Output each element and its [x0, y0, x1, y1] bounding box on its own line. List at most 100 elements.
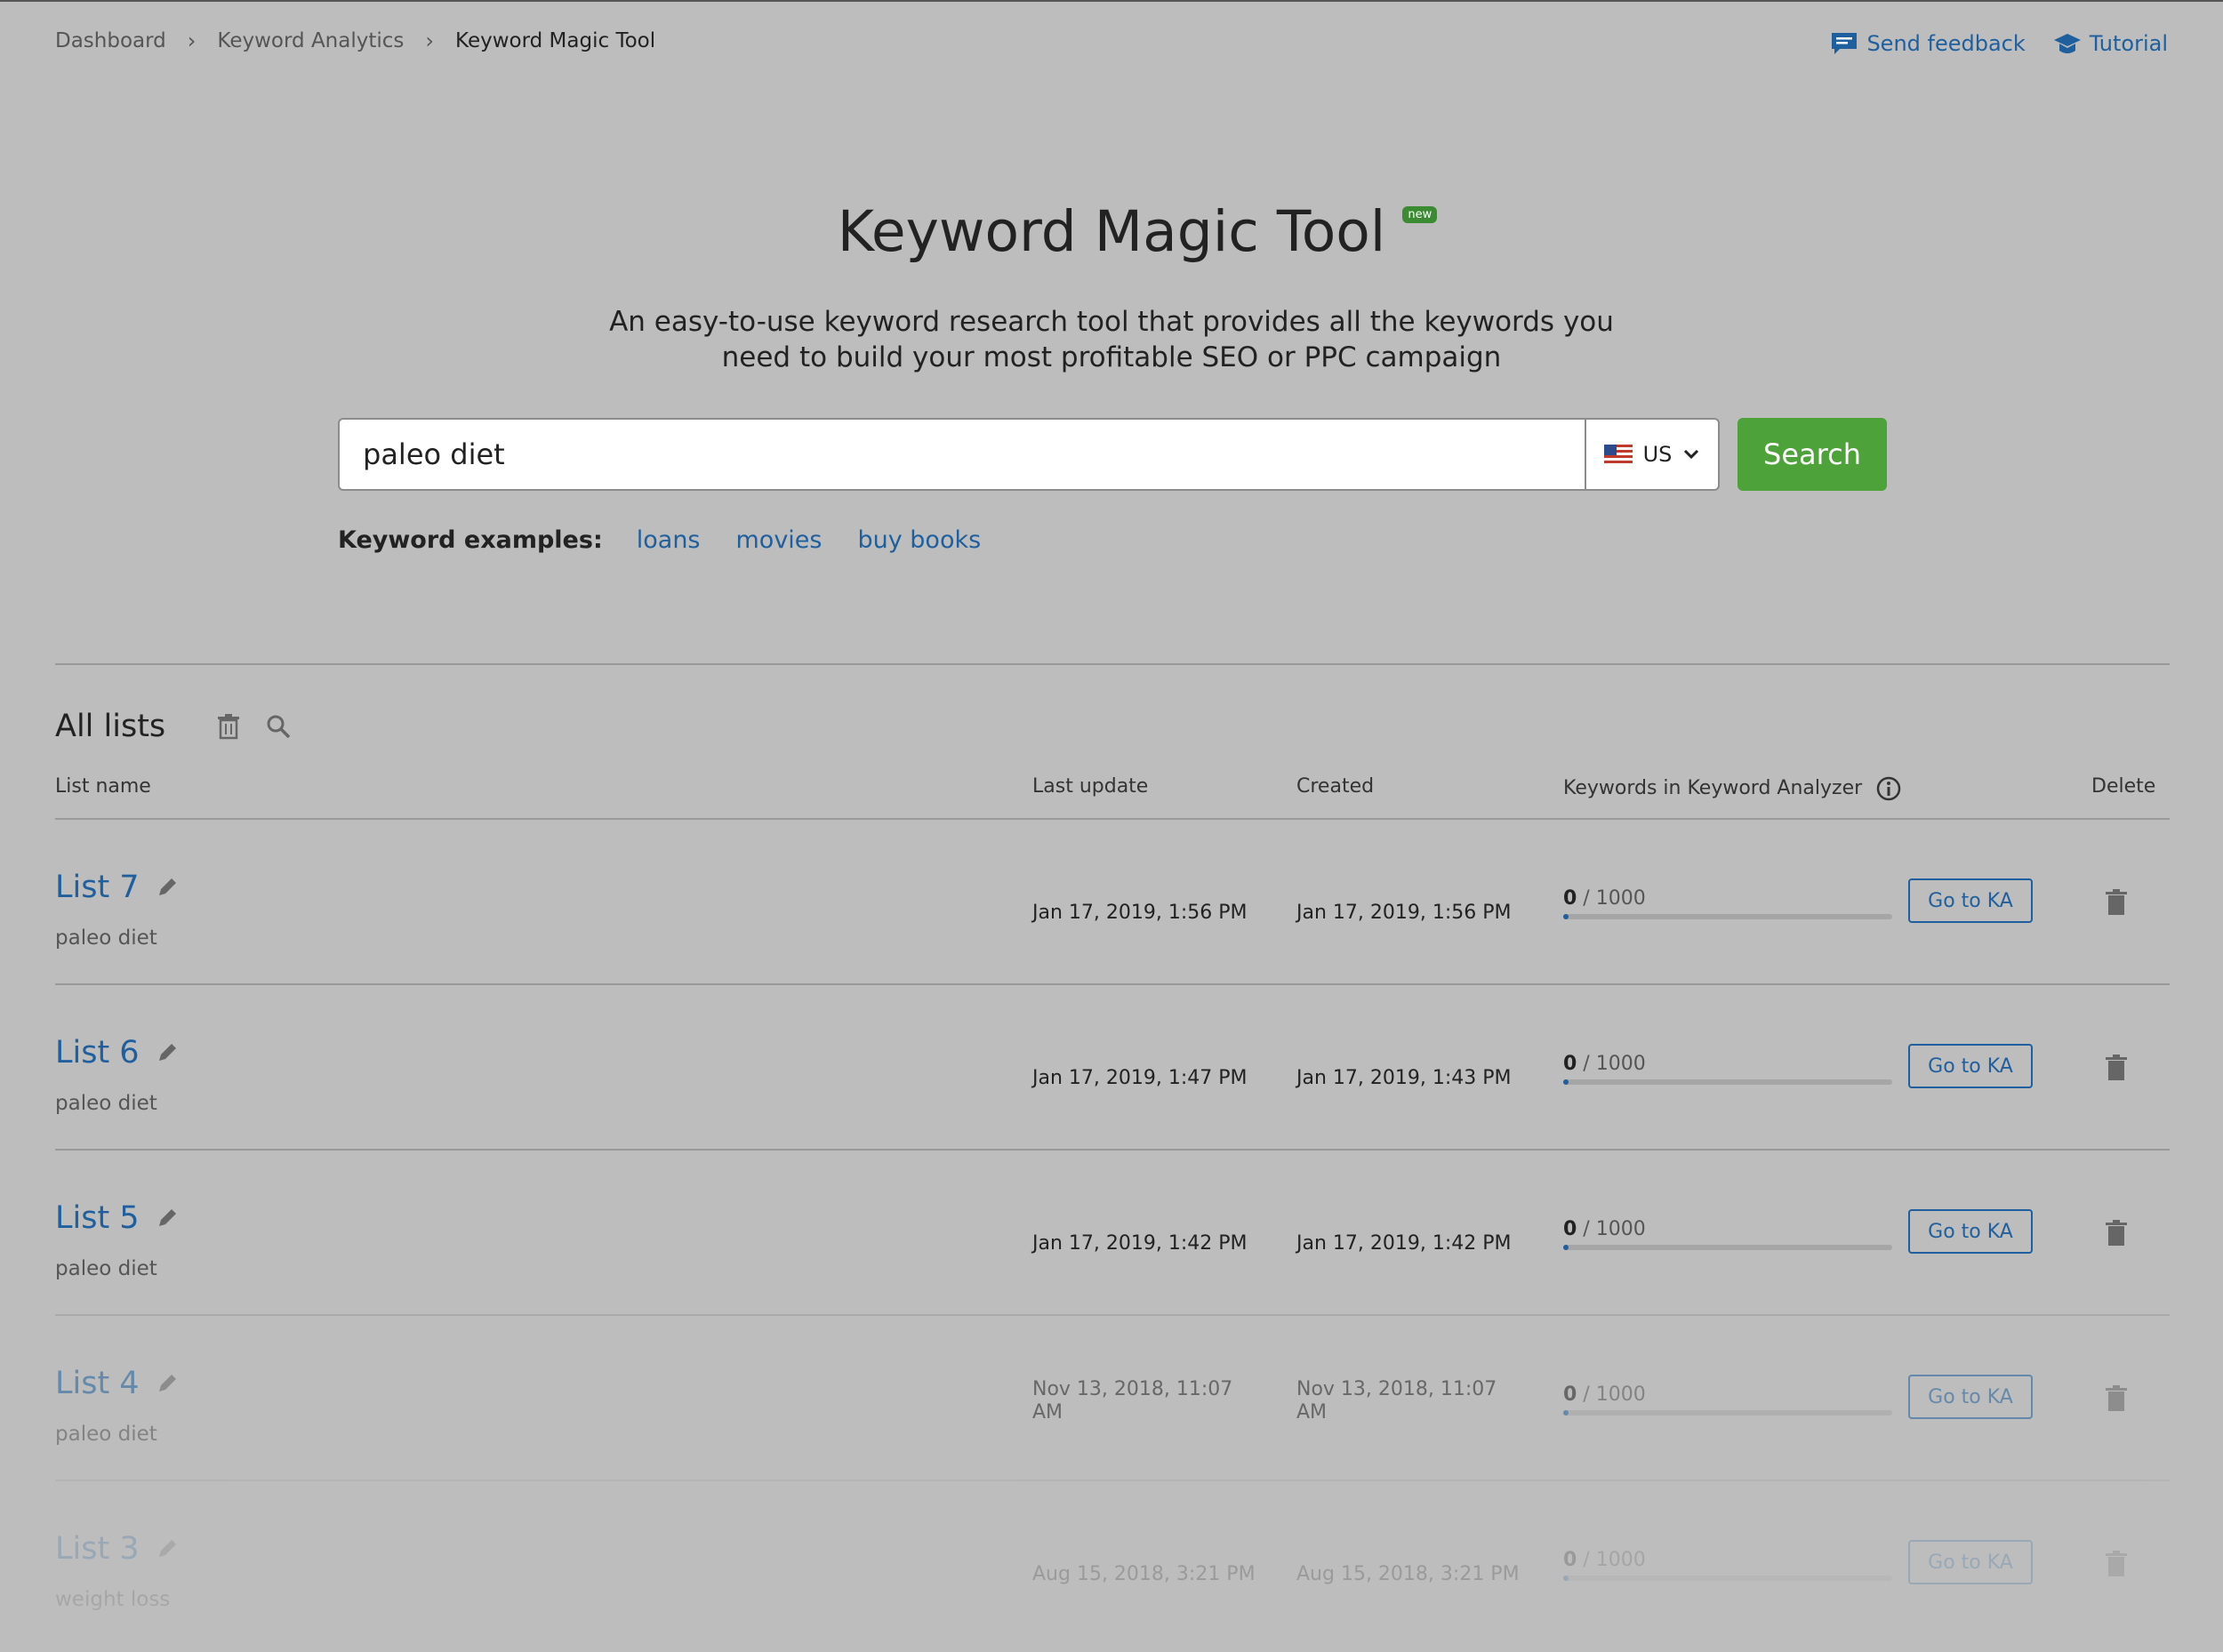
- section-divider: [55, 663, 2170, 665]
- tutorial-link[interactable]: Tutorial: [2052, 30, 2168, 57]
- pencil-icon[interactable]: [156, 1372, 179, 1395]
- last-update-value: Jan 17, 2019, 1:47 PM: [1032, 1067, 1248, 1089]
- breadcrumb-current: Keyword Magic Tool: [455, 29, 656, 52]
- page-subtitle: An easy-to-use keyword research tool tha…: [0, 304, 2223, 375]
- list-name-label: List 4: [55, 1366, 140, 1401]
- trash-icon[interactable]: [215, 713, 242, 740]
- keyword-progress-fill: [1563, 1245, 1569, 1250]
- keyword-progress-bar: [1563, 914, 1892, 919]
- keyword-progress-bar: [1563, 1410, 1892, 1415]
- country-select-value: US: [1642, 442, 1673, 467]
- example-link-buy-books[interactable]: buy books: [857, 526, 981, 554]
- pencil-icon[interactable]: [156, 1041, 179, 1064]
- breadcrumb: Dashboard › Keyword Analytics › Keyword …: [55, 28, 655, 53]
- pencil-icon[interactable]: [156, 1207, 179, 1230]
- column-header-delete: Delete: [2091, 775, 2156, 798]
- delete-icon[interactable]: [2102, 1383, 2131, 1414]
- country-select[interactable]: US: [1585, 418, 1720, 491]
- table-row: List 6 paleo diet Jan 17, 2019, 1:47 PM …: [55, 983, 2170, 1149]
- chevron-right-icon: ›: [425, 28, 435, 53]
- keyword-examples-label: Keyword examples:: [338, 526, 603, 554]
- keyword-progress-fill: [1563, 1576, 1569, 1581]
- delete-icon[interactable]: [2102, 1549, 2131, 1579]
- delete-icon[interactable]: [2102, 1053, 2131, 1083]
- hero-title-wrap: Keyword Magic Tool new: [0, 199, 2223, 264]
- example-link-loans[interactable]: loans: [637, 526, 701, 554]
- list-name-label: List 5: [55, 1200, 140, 1236]
- keyword-count-value: 0: [1563, 1218, 1577, 1240]
- column-header-last-update: Last update: [1032, 775, 1149, 798]
- search-row: US Search: [338, 418, 1887, 491]
- created-value: Nov 13, 2018, 11:07 AM: [1296, 1378, 1497, 1423]
- last-update-value: Aug 15, 2018, 3:21 PM: [1032, 1563, 1256, 1585]
- search-button[interactable]: Search: [1737, 418, 1887, 491]
- example-link-movies[interactable]: movies: [736, 526, 823, 554]
- keyword-count-value: 0: [1563, 1383, 1577, 1406]
- chevron-right-icon: ›: [187, 28, 197, 53]
- last-update-value: Jan 17, 2019, 1:56 PM: [1032, 902, 1248, 924]
- subtitle-line-1: An easy-to-use keyword research tool tha…: [609, 306, 1614, 338]
- page-title-text: Keyword Magic Tool: [837, 199, 1386, 264]
- column-header-list-name: List name: [55, 775, 151, 798]
- go-to-ka-button[interactable]: Go to KA: [1908, 878, 2033, 923]
- delete-icon[interactable]: [2102, 887, 2131, 918]
- go-to-ka-button[interactable]: Go to KA: [1908, 1209, 2033, 1254]
- keyword-progress-fill: [1563, 914, 1569, 919]
- us-flag-icon: [1603, 445, 1633, 464]
- chat-icon: [1832, 33, 1858, 54]
- delete-icon[interactable]: [2102, 1218, 2131, 1248]
- table-row: List 7 paleo diet Jan 17, 2019, 1:56 PM …: [55, 818, 2170, 983]
- created-value: Jan 17, 2019, 1:43 PM: [1296, 1067, 1512, 1089]
- lists-header: All lists: [55, 709, 315, 744]
- list-name-label: List 7: [55, 870, 140, 905]
- list-name[interactable]: List 7: [55, 870, 179, 905]
- pencil-icon[interactable]: [156, 876, 179, 899]
- list-name[interactable]: List 3: [55, 1531, 179, 1567]
- keyword-count-value: 0: [1563, 887, 1577, 910]
- last-update-value: Nov 13, 2018, 11:07 AM: [1032, 1378, 1233, 1423]
- keyword-progress-fill: [1563, 1079, 1569, 1085]
- search-icon[interactable]: [265, 713, 292, 740]
- keyword-count: 0 / 1000: [1563, 887, 1646, 910]
- breadcrumb-keyword-analytics[interactable]: Keyword Analytics: [217, 29, 404, 52]
- list-keyword: paleo diet: [55, 1092, 157, 1115]
- column-header-created: Created: [1296, 775, 1375, 798]
- list-keyword: paleo diet: [55, 1423, 157, 1446]
- lists-title: All lists: [55, 709, 166, 744]
- bottom-fade: [0, 1599, 2223, 1652]
- column-header-keywords-label: Keywords in Keyword Analyzer: [1563, 777, 1863, 799]
- keyword-limit-value: 1000: [1595, 1218, 1646, 1240]
- pencil-icon[interactable]: [156, 1537, 179, 1560]
- info-icon[interactable]: [1875, 775, 1902, 802]
- top-links: Send feedback Tutorial: [1829, 30, 2168, 57]
- keyword-progress-fill: [1563, 1410, 1569, 1415]
- list-keyword: paleo diet: [55, 926, 157, 950]
- keyword-count: 0 / 1000: [1563, 1383, 1646, 1406]
- list-name[interactable]: List 4: [55, 1366, 179, 1401]
- created-value: Aug 15, 2018, 3:21 PM: [1296, 1563, 1520, 1585]
- last-update-value: Jan 17, 2019, 1:42 PM: [1032, 1232, 1248, 1255]
- list-keyword: paleo diet: [55, 1257, 157, 1280]
- subtitle-line-2: need to build your most profitable SEO o…: [721, 341, 1502, 373]
- column-header-keywords: Keywords in Keyword Analyzer: [1563, 775, 1902, 802]
- table-row: List 5 paleo diet Jan 17, 2019, 1:42 PM …: [55, 1149, 2170, 1314]
- keyword-limit-value: 1000: [1595, 1053, 1646, 1075]
- breadcrumb-dashboard[interactable]: Dashboard: [55, 29, 166, 52]
- created-value: Jan 17, 2019, 1:42 PM: [1296, 1232, 1512, 1255]
- go-to-ka-button[interactable]: Go to KA: [1908, 1044, 2033, 1088]
- list-name[interactable]: List 6: [55, 1035, 179, 1071]
- keyword-progress-bar: [1563, 1079, 1892, 1085]
- go-to-ka-button[interactable]: Go to KA: [1908, 1375, 2033, 1419]
- table-row: List 4 paleo diet Nov 13, 2018, 11:07 AM…: [55, 1314, 2170, 1480]
- keyword-magic-page: Dashboard › Keyword Analytics › Keyword …: [0, 0, 2223, 1652]
- send-feedback-label: Send feedback: [1866, 31, 2026, 56]
- keyword-count-value: 0: [1563, 1549, 1577, 1571]
- list-name[interactable]: List 5: [55, 1200, 179, 1236]
- keyword-search-input[interactable]: [338, 418, 1585, 491]
- keyword-progress-bar: [1563, 1245, 1892, 1250]
- go-to-ka-button[interactable]: Go to KA: [1908, 1540, 2033, 1584]
- list-name-label: List 3: [55, 1531, 140, 1567]
- send-feedback-link[interactable]: Send feedback: [1829, 30, 2026, 57]
- keyword-count-value: 0: [1563, 1053, 1577, 1075]
- new-badge: new: [1402, 206, 1438, 223]
